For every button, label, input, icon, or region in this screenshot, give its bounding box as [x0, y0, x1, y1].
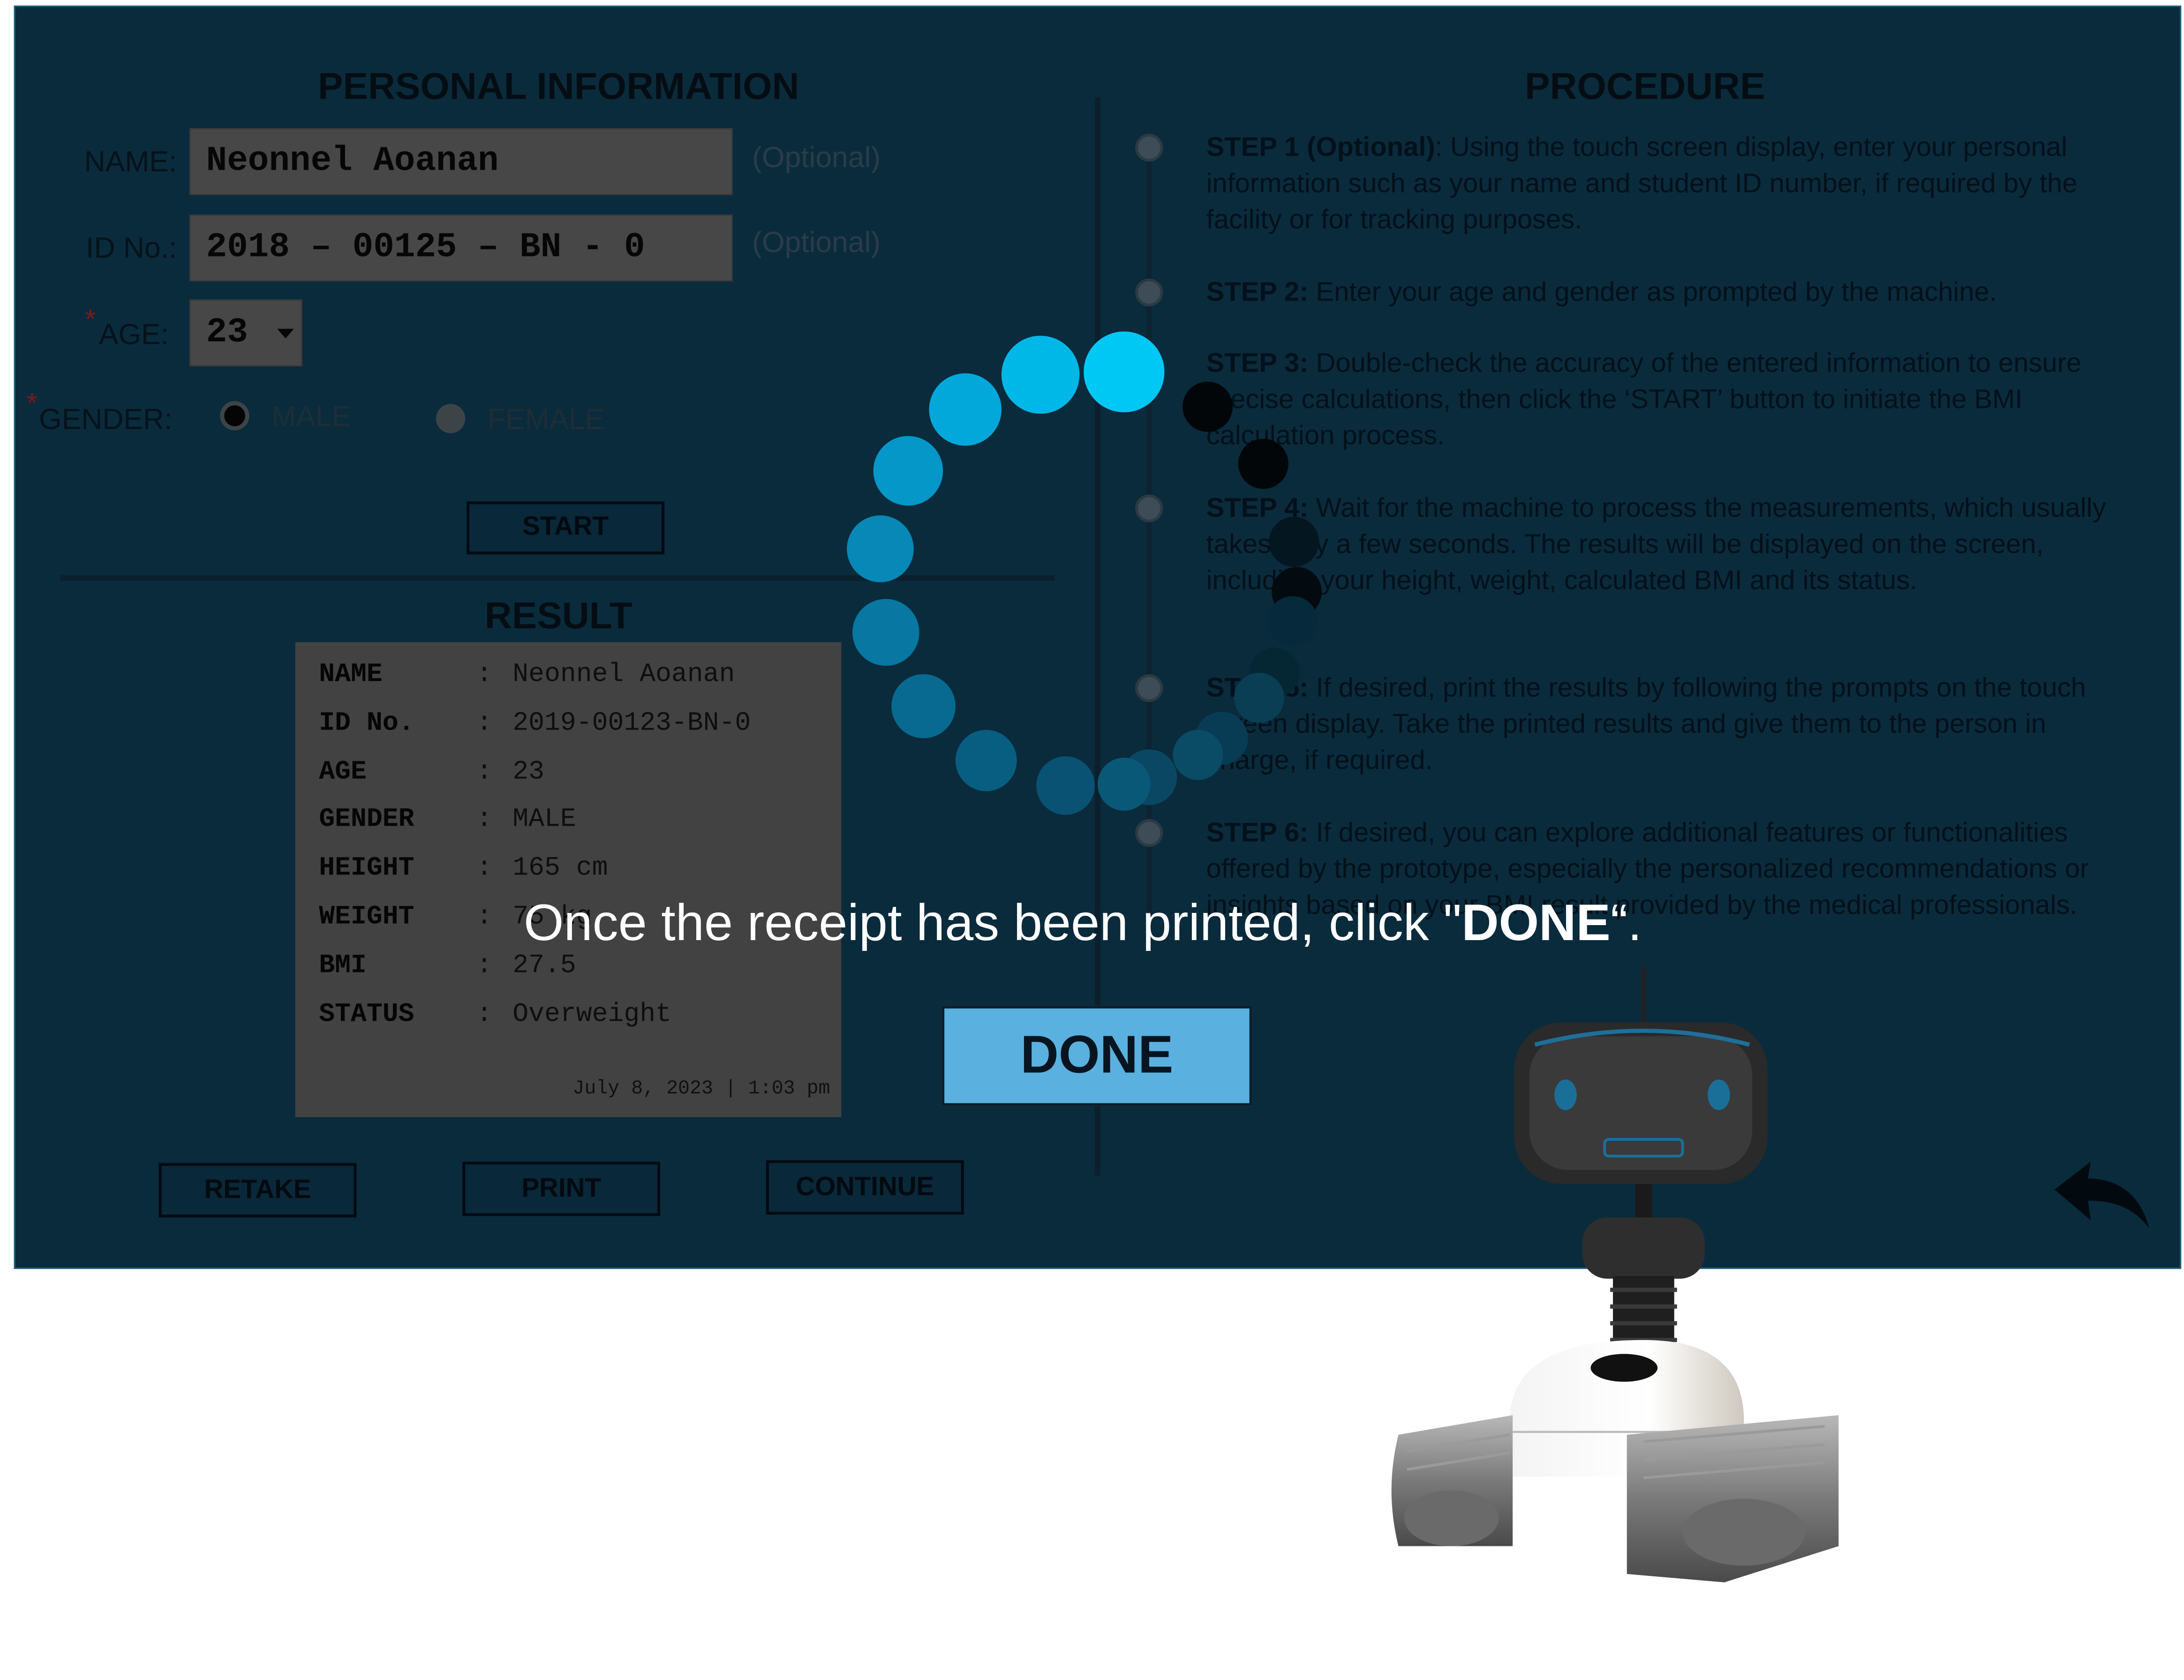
result-key: ID No.: [319, 707, 414, 738]
app-stage: PERSONAL INFORMATION NAME: Neonnel Aoana…: [0, 0, 2184, 1672]
start-button[interactable]: START: [467, 501, 665, 555]
print-button[interactable]: PRINT: [462, 1161, 661, 1216]
spinner-dot: [874, 436, 944, 505]
name-optional-hint: (Optional): [752, 142, 881, 174]
gender-female-radio[interactable]: [436, 404, 466, 433]
name-field[interactable]: Neonnel Aoanan: [189, 128, 733, 195]
step-title: STEP 2:: [1206, 277, 1309, 308]
result-separator: :: [476, 755, 492, 787]
gender-male-label: MALE: [271, 401, 352, 433]
procedure-step: STEP 3: Double-check the accuracy of the…: [1206, 346, 2112, 454]
back-arrow-icon[interactable]: [2052, 1159, 2152, 1231]
overlay-message-start: Once the receipt has been printed, click…: [523, 894, 1462, 951]
result-separator: :: [476, 901, 492, 932]
overlay-message-end: “.: [1610, 894, 1642, 951]
result-value: Neonnel Aoanan: [512, 659, 735, 690]
step-text: If desired, print the results by followi…: [1206, 672, 2086, 776]
id-field[interactable]: 2018 – 00125 – BN - 0: [189, 214, 733, 282]
continue-button[interactable]: CONTINUE: [766, 1160, 964, 1215]
result-value: 2019-00123-BN-0: [512, 707, 751, 738]
spinner-dot: [1182, 382, 1233, 432]
step-title: STEP 6:: [1206, 817, 1309, 849]
result-value: 23: [512, 755, 544, 787]
result-value: 165 cm: [512, 852, 608, 883]
result-key: HEIGHT: [319, 852, 414, 883]
step-text: Wait for the machine to process the meas…: [1206, 493, 2106, 596]
result-key: WEIGHT: [319, 901, 414, 932]
result-separator: :: [476, 998, 492, 1029]
result-key: STATUS: [319, 998, 414, 1029]
gender-label: GENDER:: [39, 404, 173, 436]
age-required-mark: *: [85, 305, 96, 336]
result-value: 27.5: [512, 949, 576, 980]
procedure-heading: PROCEDURE: [1525, 65, 1765, 107]
age-value: 23: [206, 312, 248, 353]
spinner-dot: [1238, 439, 1288, 490]
result-heading: RESULT: [484, 595, 633, 637]
spinner-dot: [1098, 757, 1151, 811]
timeline-dot: [1135, 134, 1163, 162]
age-select[interactable]: 23: [189, 299, 302, 367]
step-title: STEP 1 (Optional): [1206, 132, 1435, 163]
id-label: ID No.:: [86, 233, 177, 265]
spinner-dot: [1037, 756, 1095, 815]
result-key: GENDER: [319, 804, 414, 835]
name-label: NAME:: [84, 146, 177, 179]
retake-button[interactable]: RETAKE: [158, 1163, 357, 1218]
gender-required-mark: *: [26, 388, 38, 420]
result-separator: :: [476, 949, 492, 980]
result-timestamp: July 8, 2023 | 1:03 pm: [572, 1078, 830, 1100]
personal-info-heading: PERSONAL INFORMATION: [318, 65, 799, 107]
step-text: Enter your age and gender as prompted by…: [1308, 277, 1997, 308]
result-receipt: NAME: Neonnel Aoanan ID No.:2019-00123-BN-…: [295, 642, 842, 1117]
spinner-dot: [891, 674, 956, 739]
spinner-dot: [1002, 335, 1080, 414]
overlay-message-bold: DONE: [1461, 894, 1611, 951]
timeline-dot: [1135, 819, 1163, 847]
done-button[interactable]: DONE: [941, 1005, 1252, 1106]
caret-down-icon: [277, 329, 294, 339]
spinner-dot: [1234, 672, 1284, 723]
spinner-dot: [928, 373, 1002, 445]
result-separator: :: [476, 707, 492, 738]
age-label: AGE:: [98, 319, 169, 351]
overlay-instruction: Once the receipt has been printed, click…: [524, 894, 1642, 953]
gender-female-label: FEMALE: [487, 404, 605, 436]
robot-mascot: [1391, 966, 1839, 1582]
spinner-dot: [1084, 331, 1165, 413]
result-separator: :: [476, 852, 492, 883]
spinner-dot: [852, 598, 919, 666]
spinner-dot: [1173, 730, 1224, 781]
procedure-step: STEP 1 (Optional): Using the touch scree…: [1206, 129, 2112, 238]
result-separator: :: [476, 804, 492, 835]
procedure-step: STEP 5: If desired, print the results by…: [1206, 670, 2112, 779]
spinner-dot: [1268, 516, 1319, 567]
procedure-step: STEP 2: Enter your age and gender as pro…: [1206, 274, 2112, 310]
spinner-dot: [847, 515, 915, 583]
loading-spinner-icon: [847, 331, 1325, 822]
result-separator: :: [476, 659, 492, 690]
gender-male-radio[interactable]: [220, 401, 249, 430]
result-key: BMI: [319, 949, 367, 980]
result-key: NAME: [319, 659, 383, 690]
timeline-dot: [1135, 279, 1163, 307]
result-key: AGE: [319, 755, 367, 787]
spinner-dot: [1267, 596, 1318, 647]
step-text: Double-check the accuracy of the entered…: [1206, 348, 2082, 452]
result-value: MALE: [512, 804, 576, 835]
id-optional-hint: (Optional): [752, 227, 881, 259]
result-value: Overweight: [512, 998, 671, 1029]
procedure-step: STEP 4: Wait for the machine to process …: [1206, 490, 2112, 599]
spinner-dot: [956, 730, 1017, 791]
